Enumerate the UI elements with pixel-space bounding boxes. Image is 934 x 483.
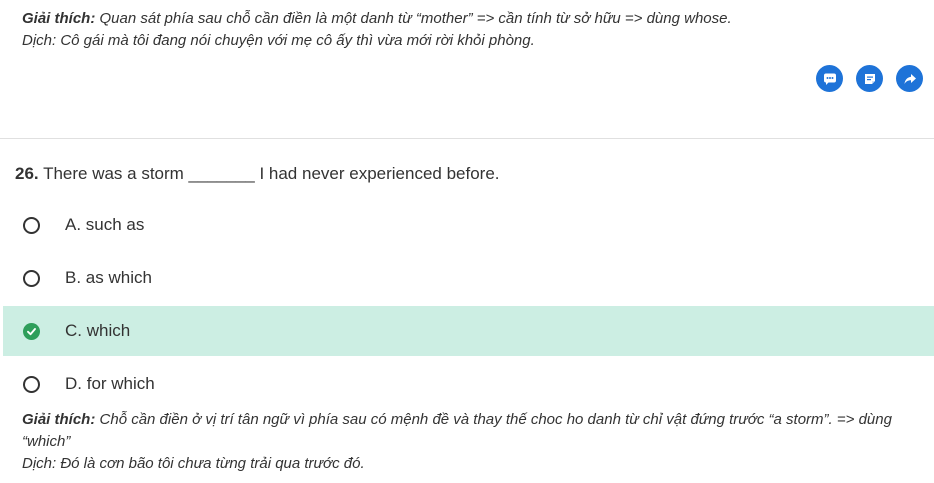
previous-translation: Dịch: Cô gái mà tôi đang nói chuyện với … — [22, 32, 535, 49]
option-d[interactable]: D. for which — [3, 359, 934, 409]
note-icon — [864, 73, 875, 84]
option-b[interactable]: B. as which — [3, 253, 934, 303]
question-text: There was a storm _______ I had never ex… — [43, 164, 500, 183]
option-c[interactable]: C. which — [3, 306, 934, 356]
share-button[interactable] — [896, 65, 923, 92]
previous-explanation: Giải thích: Quan sát phía sau chỗ cần đi… — [22, 8, 922, 52]
answer-explanation-label: Giải thích: — [22, 411, 96, 428]
radio-unchecked-icon[interactable] — [23, 216, 40, 234]
section-divider — [0, 138, 934, 139]
comment-button[interactable] — [816, 65, 843, 92]
option-a[interactable]: A. such as — [3, 200, 934, 250]
previous-explanation-line: Giải thích: Quan sát phía sau chỗ cần đi… — [22, 8, 922, 30]
note-button[interactable] — [856, 65, 883, 92]
comment-icon — [823, 73, 836, 85]
answer-explanation-text: Chỗ cần điền ở vị trí tân ngữ vì phía sa… — [22, 411, 892, 450]
option-label: A. such as — [65, 215, 145, 234]
previous-explanation-label: Giải thích: — [22, 10, 96, 27]
option-label: B. as which — [65, 268, 152, 287]
question-number: 26. — [15, 164, 39, 183]
share-icon — [904, 73, 916, 84]
answer-explanation: Giải thích: Chỗ cần điền ở vị trí tân ng… — [22, 409, 927, 475]
radio-unchecked-icon[interactable] — [23, 375, 40, 393]
answer-translation: Dịch: Đó là cơn bão tôi chưa từng trải q… — [22, 455, 365, 472]
option-label: C. which — [65, 321, 131, 340]
answer-explanation-line: Giải thích: Chỗ cần điền ở vị trí tân ng… — [22, 409, 927, 453]
question: 26. There was a storm _______ I had neve… — [15, 163, 500, 185]
radio-unchecked-icon[interactable] — [23, 269, 40, 287]
check-circle-icon[interactable] — [23, 322, 40, 340]
option-label: D. for which — [65, 374, 155, 393]
action-toolbar — [816, 65, 923, 92]
previous-explanation-text: Quan sát phía sau chỗ cần điền là một da… — [99, 10, 732, 27]
